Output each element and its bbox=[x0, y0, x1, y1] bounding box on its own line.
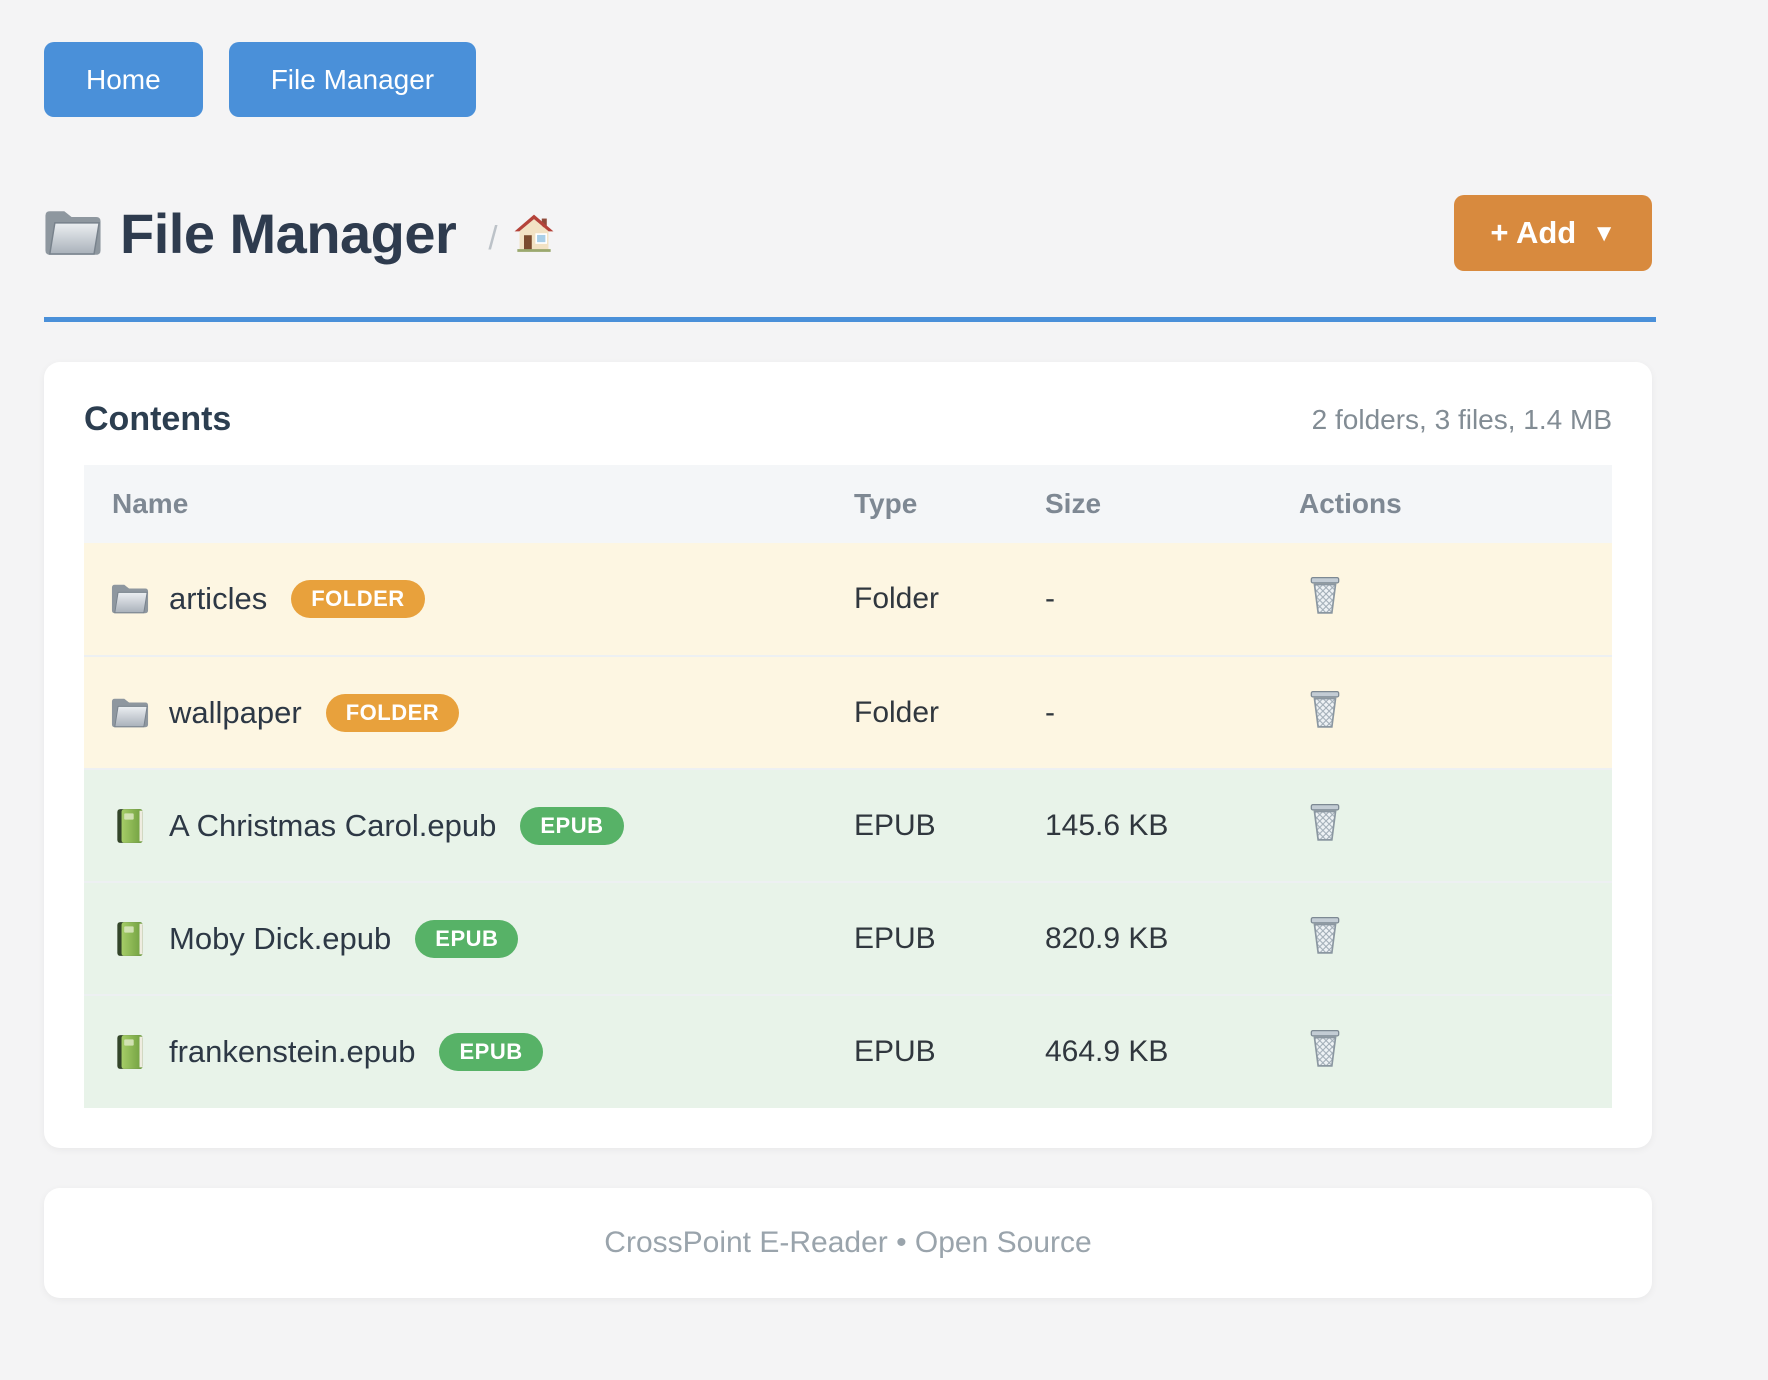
contents-summary: 2 folders, 3 files, 1.4 MB bbox=[1312, 404, 1612, 436]
delete-button[interactable] bbox=[1299, 1028, 1343, 1068]
book-icon bbox=[111, 807, 149, 845]
delete-button[interactable] bbox=[1299, 689, 1343, 729]
size-cell: - bbox=[1045, 543, 1299, 656]
book-icon bbox=[111, 1033, 149, 1071]
type-badge: EPUB bbox=[439, 1033, 542, 1071]
delete-button[interactable] bbox=[1299, 575, 1343, 615]
file-name[interactable]: wallpaper bbox=[169, 695, 302, 731]
type-cell: Folder bbox=[854, 543, 1045, 656]
add-button-label: + Add bbox=[1490, 215, 1576, 251]
wastebasket-icon bbox=[1307, 802, 1343, 842]
type-cell: EPUB bbox=[854, 882, 1045, 995]
page-header: File Manager / + Add ▼ bbox=[44, 195, 1652, 271]
type-cell: EPUB bbox=[854, 769, 1045, 882]
nav-file-manager-button[interactable]: File Manager bbox=[229, 42, 476, 117]
column-header-type: Type bbox=[854, 465, 1045, 543]
file-name[interactable]: A Christmas Carol.epub bbox=[169, 808, 496, 844]
size-cell: 464.9 KB bbox=[1045, 995, 1299, 1108]
chevron-down-icon: ▼ bbox=[1592, 220, 1616, 248]
contents-heading: Contents bbox=[84, 400, 231, 439]
breadcrumb-home-link[interactable] bbox=[514, 213, 554, 253]
size-cell: 145.6 KB bbox=[1045, 769, 1299, 882]
file-name[interactable]: frankenstein.epub bbox=[169, 1034, 415, 1070]
contents-card: Contents 2 folders, 3 files, 1.4 MB Name… bbox=[44, 362, 1652, 1148]
type-cell: EPUB bbox=[854, 995, 1045, 1108]
table-row: Moby Dick.epub EPUB EPUB 820.9 KB bbox=[84, 882, 1612, 995]
page: Home File Manager File Manager / + Add ▼… bbox=[44, 0, 1652, 1298]
wastebasket-icon bbox=[1307, 915, 1343, 955]
table-row: frankenstein.epub EPUB EPUB 464.9 KB bbox=[84, 995, 1612, 1108]
footer: CrossPoint E-Reader • Open Source bbox=[44, 1188, 1652, 1298]
files-table: Name Type Size Actions articles FOLDER F… bbox=[84, 465, 1612, 1108]
type-badge: FOLDER bbox=[291, 580, 424, 618]
title-group: File Manager / bbox=[44, 201, 554, 266]
type-badge: FOLDER bbox=[326, 694, 459, 732]
footer-text: CrossPoint E-Reader • Open Source bbox=[604, 1226, 1091, 1260]
wastebasket-icon bbox=[1307, 575, 1343, 615]
type-badge: EPUB bbox=[415, 920, 518, 958]
size-cell: - bbox=[1045, 656, 1299, 769]
wastebasket-icon bbox=[1307, 1028, 1343, 1068]
file-name[interactable]: articles bbox=[169, 581, 267, 617]
home-icon bbox=[514, 213, 554, 253]
book-icon bbox=[111, 920, 149, 958]
contents-card-header: Contents 2 folders, 3 files, 1.4 MB bbox=[84, 400, 1612, 439]
add-button[interactable]: + Add ▼ bbox=[1454, 195, 1652, 271]
wastebasket-icon bbox=[1307, 689, 1343, 729]
column-header-size: Size bbox=[1045, 465, 1299, 543]
table-row: articles FOLDER Folder - bbox=[84, 543, 1612, 656]
size-cell: 820.9 KB bbox=[1045, 882, 1299, 995]
table-header-row: Name Type Size Actions bbox=[84, 465, 1612, 543]
title-underline bbox=[44, 317, 1656, 322]
type-badge: EPUB bbox=[520, 807, 623, 845]
delete-button[interactable] bbox=[1299, 915, 1343, 955]
page-title: File Manager bbox=[120, 201, 456, 266]
type-cell: Folder bbox=[854, 656, 1045, 769]
folder-icon bbox=[111, 580, 149, 618]
column-header-name: Name bbox=[84, 465, 854, 543]
folder-icon bbox=[44, 208, 102, 258]
table-row: A Christmas Carol.epub EPUB EPUB 145.6 K… bbox=[84, 769, 1612, 882]
breadcrumb-separator: / bbox=[488, 209, 497, 257]
folder-icon bbox=[111, 694, 149, 732]
file-name[interactable]: Moby Dick.epub bbox=[169, 921, 391, 957]
nav-home-button[interactable]: Home bbox=[44, 42, 203, 117]
delete-button[interactable] bbox=[1299, 802, 1343, 842]
table-body: articles FOLDER Folder - wallpaper FOLDE… bbox=[84, 543, 1612, 1108]
column-header-actions: Actions bbox=[1299, 465, 1612, 543]
top-nav: Home File Manager bbox=[44, 0, 1652, 117]
table-row: wallpaper FOLDER Folder - bbox=[84, 656, 1612, 769]
